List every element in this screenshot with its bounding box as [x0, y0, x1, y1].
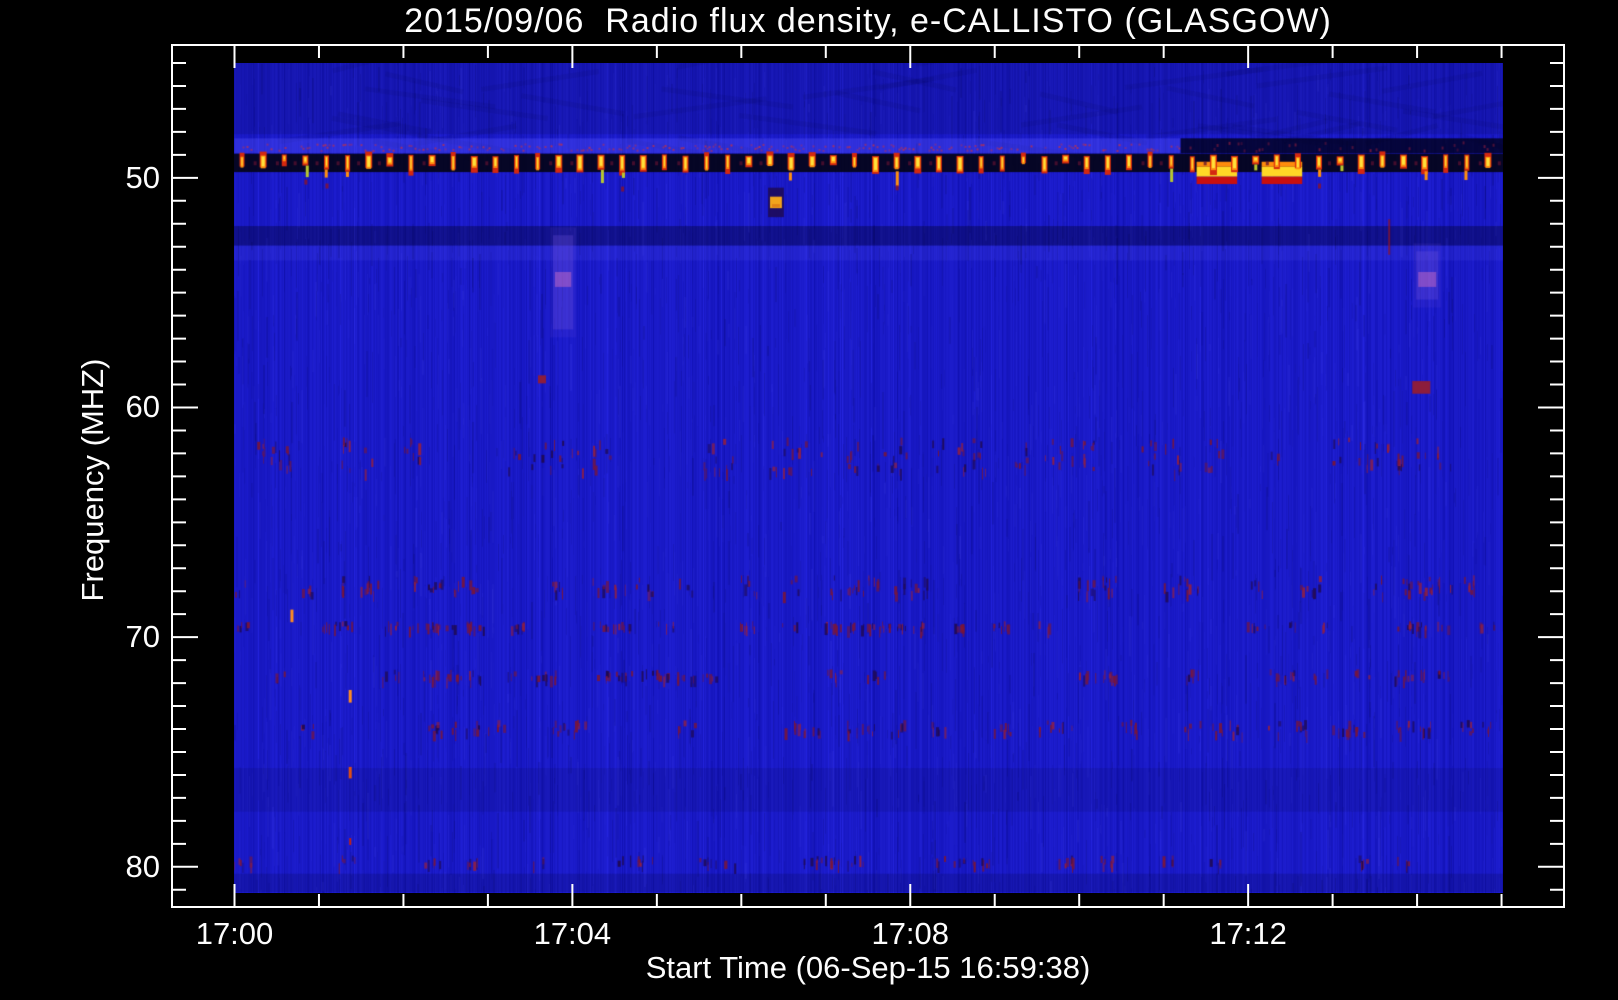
y-tick-label: 80	[125, 848, 160, 884]
x-axis-title: Start Time (06-Sep-15 16:59:38)	[645, 950, 1091, 985]
plot-frame	[171, 44, 1565, 908]
y-axis-title: Frequency (MHZ)	[75, 358, 110, 602]
x-tick-label: 17:04	[533, 916, 612, 951]
x-tick-label: 17:12	[1209, 916, 1287, 951]
spectrogram-page: 2015/09/06 Radio flux density, e-CALLIST…	[0, 0, 1618, 1000]
x-tick-label: 17:08	[871, 916, 950, 951]
axes-frame	[171, 44, 1565, 908]
y-tick-label: 50	[125, 159, 160, 195]
x-tick-label: 17:00	[195, 916, 274, 951]
axis-ticks	[172, 45, 1564, 907]
